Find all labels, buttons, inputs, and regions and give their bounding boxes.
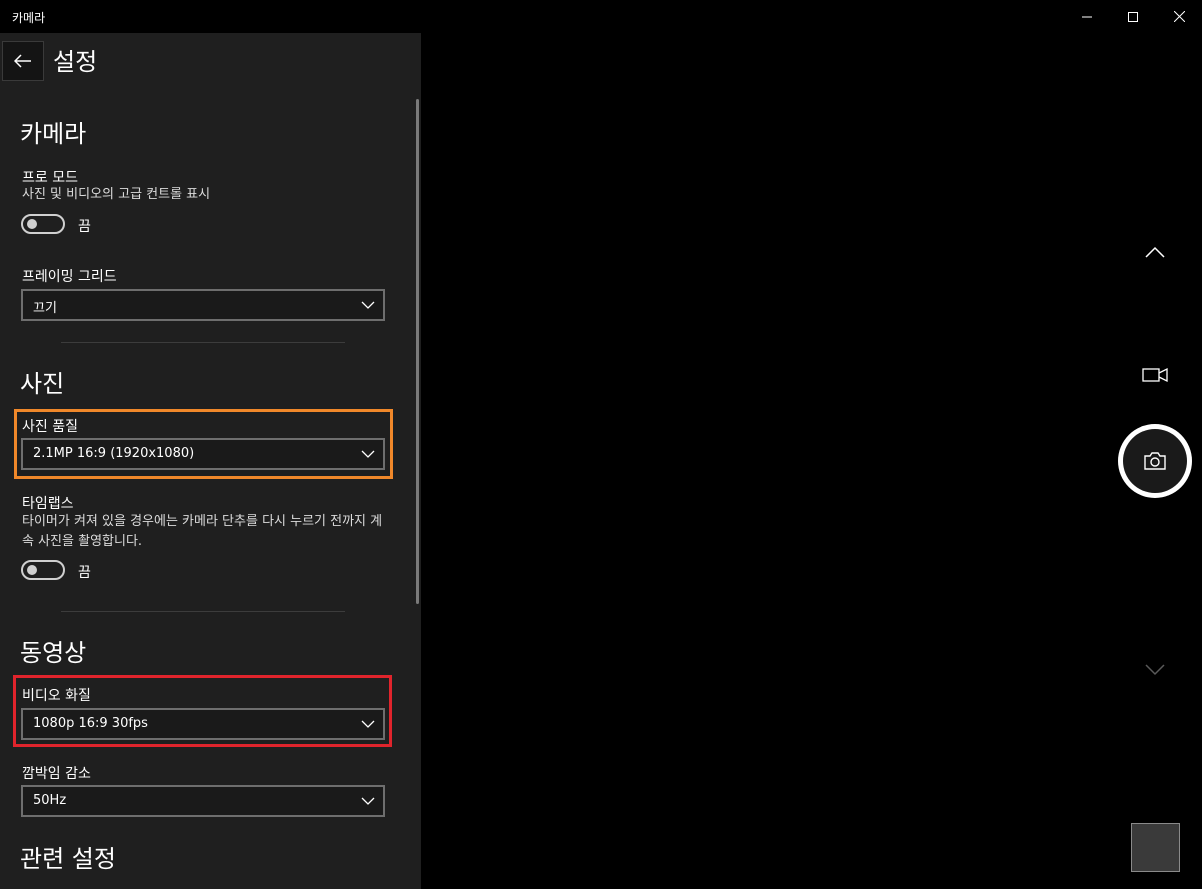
expand-down-button[interactable]: [1140, 658, 1170, 682]
chevron-down-icon: [1145, 664, 1165, 676]
toggle-knob: [27, 565, 37, 575]
section-heading-related: 관련 설정: [20, 845, 116, 873]
flicker-reduction-value: 50Hz: [33, 793, 67, 808]
pro-mode-state: 끔: [78, 219, 91, 235]
flicker-reduction-label: 깜박임 감소: [22, 766, 91, 782]
shutter-inner: [1123, 429, 1187, 493]
photo-quality-label: 사진 품질: [22, 419, 78, 435]
video-quality-label: 비디오 화질: [22, 688, 91, 704]
pro-mode-label: 프로 모드: [22, 170, 78, 186]
camera-icon: [1144, 452, 1166, 470]
expand-up-button[interactable]: [1140, 240, 1170, 264]
chevron-down-icon: [361, 797, 375, 805]
section-heading-video: 동영상: [20, 639, 87, 667]
section-heading-camera: 카메라: [20, 120, 87, 148]
minimize-button[interactable]: [1064, 0, 1110, 33]
video-quality-value: 1080p 16:9 30fps: [33, 716, 148, 731]
take-photo-button[interactable]: [1118, 424, 1192, 498]
photo-quality-value: 2.1MP 16:9 (1920x1080): [33, 446, 195, 461]
page-title: 설정: [53, 48, 98, 76]
chevron-down-icon: [361, 301, 375, 309]
pro-mode-description: 사진 및 비디오의 고급 컨트롤 표시: [22, 187, 211, 202]
time-lapse-state: 끔: [78, 565, 91, 581]
settings-panel: 설정 카메라 프로 모드 사진 및 비디오의 고급 컨트롤 표시 끔 프레이밍 …: [0, 33, 421, 889]
framing-grid-value: 끄기: [33, 301, 57, 316]
video-mode-button[interactable]: [1140, 364, 1170, 386]
pro-mode-toggle[interactable]: [21, 214, 65, 234]
video-quality-dropdown[interactable]: 1080p 16:9 30fps: [21, 708, 385, 740]
chevron-down-icon: [361, 450, 375, 458]
time-lapse-label: 타임랩스: [22, 496, 74, 512]
section-divider: [61, 611, 345, 612]
title-bar: 카메라: [0, 0, 1202, 33]
panel-scrollbar[interactable]: [416, 99, 419, 604]
framing-grid-label: 프레이밍 그리드: [22, 269, 117, 285]
back-button[interactable]: [2, 41, 44, 81]
video-camera-icon: [1142, 367, 1168, 383]
last-photo-thumbnail[interactable]: [1131, 823, 1180, 872]
arrow-left-icon: [14, 54, 31, 68]
close-button[interactable]: [1156, 0, 1202, 33]
chevron-up-icon: [1145, 246, 1165, 258]
maximize-icon: [1128, 11, 1138, 22]
chevron-down-icon: [361, 720, 375, 728]
close-icon: [1173, 11, 1185, 22]
section-heading-photo: 사진: [20, 370, 65, 398]
section-divider: [61, 342, 345, 343]
time-lapse-toggle[interactable]: [21, 560, 65, 580]
photo-quality-dropdown[interactable]: 2.1MP 16:9 (1920x1080): [21, 438, 385, 470]
toggle-knob: [27, 219, 37, 229]
maximize-button[interactable]: [1110, 0, 1156, 33]
time-lapse-description: 타이머가 켜져 있을 경우에는 카메라 단추를 다시 누르기 전까지 계속 사진…: [22, 514, 383, 549]
app-title: 카메라: [12, 11, 46, 25]
minimize-icon: [1082, 16, 1092, 17]
flicker-reduction-dropdown[interactable]: 50Hz: [21, 785, 385, 817]
framing-grid-dropdown[interactable]: 끄기: [21, 289, 385, 321]
